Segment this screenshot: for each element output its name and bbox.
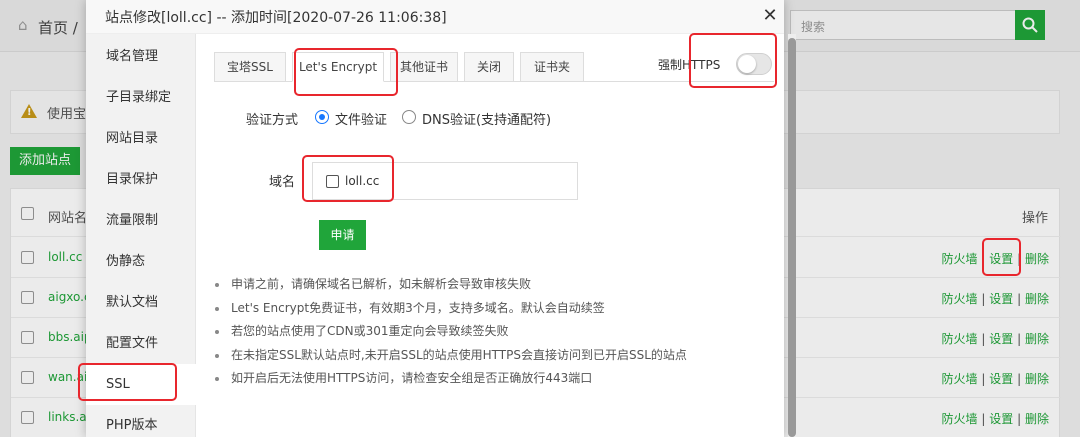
- menu-item-ssl[interactable]: SSL: [86, 364, 196, 405]
- scrollbar-thumb[interactable]: [788, 38, 796, 437]
- domain-checkbox[interactable]: [326, 175, 339, 188]
- menu-item-config[interactable]: 配置文件: [86, 323, 196, 364]
- file-verify-radio[interactable]: [315, 110, 329, 124]
- dialog-scrollbar[interactable]: [788, 34, 796, 437]
- force-https-toggle[interactable]: [736, 53, 772, 75]
- site-edit-dialog: 站点修改[loll.cc] -- 添加时间[2020-07-26 11:06:3…: [86, 0, 796, 437]
- ssl-notes: 申请之前，请确保域名已解析，如未解析会导致审核失败 Let's Encrypt免…: [214, 276, 687, 394]
- menu-item-default-doc[interactable]: 默认文档: [86, 282, 196, 323]
- dialog-title: 站点修改[loll.cc] -- 添加时间[2020-07-26 11:06:3…: [105, 10, 447, 26]
- verify-method-label: 验证方式: [246, 113, 299, 128]
- menu-item-traffic-limit[interactable]: 流量限制: [86, 200, 196, 241]
- apply-button[interactable]: 申请: [319, 220, 366, 250]
- close-icon[interactable]: ✕: [762, 7, 778, 25]
- toggle-knob: [738, 55, 756, 73]
- dns-verify-radio[interactable]: [402, 110, 416, 124]
- note-item: Let's Encrypt免费证书，有效期3个月，支持多域名。默认会自动续签: [214, 300, 687, 324]
- note-item: 如开启后无法使用HTTPS访问，请检查安全组是否正确放行443端口: [214, 370, 687, 394]
- tab-cert-folder[interactable]: 证书夹: [520, 52, 584, 82]
- dialog-title-bar: 站点修改[loll.cc] -- 添加时间[2020-07-26 11:06:3…: [86, 0, 784, 34]
- tab-bt-ssl[interactable]: 宝塔SSL: [214, 52, 286, 82]
- domain-label: 域名: [269, 175, 296, 190]
- menu-item-dir-protect[interactable]: 目录保护: [86, 159, 196, 200]
- note-item: 在未指定SSL默认站点时,未开启SSL的站点使用HTTPS会直接访问到已开启SS…: [214, 347, 687, 371]
- note-item: 若您的站点使用了CDN或301重定向会导致续签失败: [214, 323, 687, 347]
- settings-menu: 域名管理 子目录绑定 网站目录 目录保护 流量限制 伪静态 默认文档 配置文件 …: [86, 34, 196, 437]
- note-item: 申请之前，请确保域名已解析，如未解析会导致审核失败: [214, 276, 687, 300]
- dns-verify-label[interactable]: DNS验证(支持通配符): [422, 109, 551, 128]
- tab-other-cert[interactable]: 其他证书: [390, 52, 458, 82]
- force-https-label: 强制HTTPS: [658, 58, 721, 72]
- menu-item-php-version[interactable]: PHP版本: [86, 405, 196, 437]
- menu-item-domain[interactable]: 域名管理: [86, 36, 196, 77]
- menu-item-rewrite[interactable]: 伪静态: [86, 241, 196, 282]
- menu-item-site-dir[interactable]: 网站目录: [86, 118, 196, 159]
- tab-close[interactable]: 关闭: [464, 52, 514, 82]
- file-verify-label[interactable]: 文件验证: [335, 109, 387, 128]
- menu-item-subdir[interactable]: 子目录绑定: [86, 77, 196, 118]
- tab-lets-encrypt[interactable]: Let's Encrypt: [292, 52, 384, 82]
- domain-name[interactable]: loll.cc: [345, 174, 379, 188]
- domain-list: loll.cc: [312, 162, 578, 200]
